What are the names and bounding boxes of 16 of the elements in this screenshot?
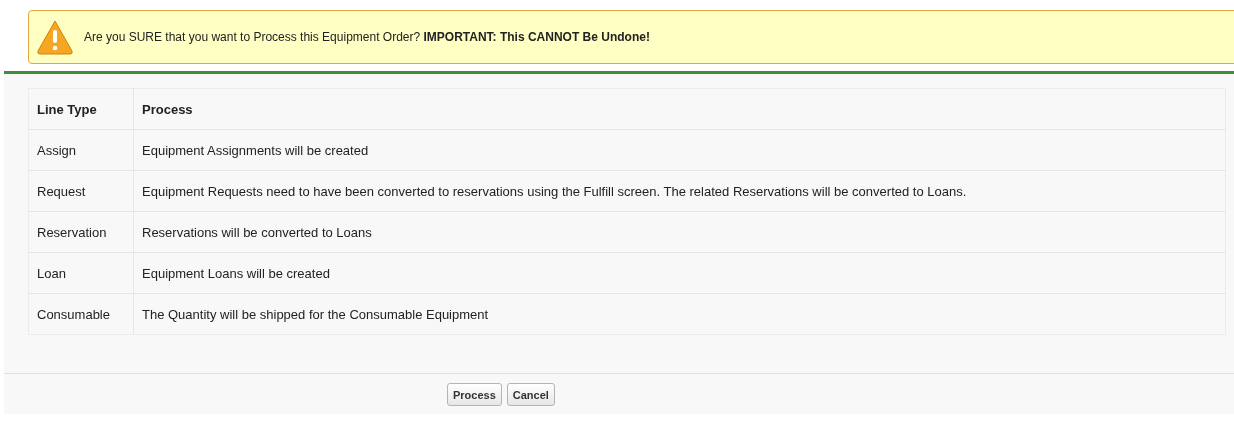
cancel-button[interactable]: Cancel: [506, 383, 555, 406]
process-button[interactable]: Process: [447, 383, 502, 406]
table-cell: Equipment Assignments will be created: [133, 129, 1226, 171]
warning-text: Are you SURE that you want to Process this Equipment Order? IMPORTANT: This CANNOT Be Undone!: [84, 30, 650, 44]
table-cell: Equipment Loans will be created: [133, 252, 1226, 294]
table-cell: Consumable: [28, 293, 134, 335]
column-header: Process: [133, 88, 1226, 130]
table-cell: Reservations will be converted to Loans: [133, 211, 1226, 253]
column-header: Line Type: [28, 88, 134, 130]
table-cell: Loan: [28, 252, 134, 294]
table-cell: Assign: [28, 129, 134, 171]
table-cell: The Quantity will be shipped for the Consumable Equipment: [133, 293, 1226, 335]
warning-icon: [36, 19, 74, 55]
table-cell: Request: [28, 170, 134, 212]
table-cell: Equipment Requests need to have been converted to reservations using the Fulfill screen. The related Reservations will be converted to Loans.: [133, 170, 1226, 212]
table-cell: Reservation: [28, 211, 134, 253]
